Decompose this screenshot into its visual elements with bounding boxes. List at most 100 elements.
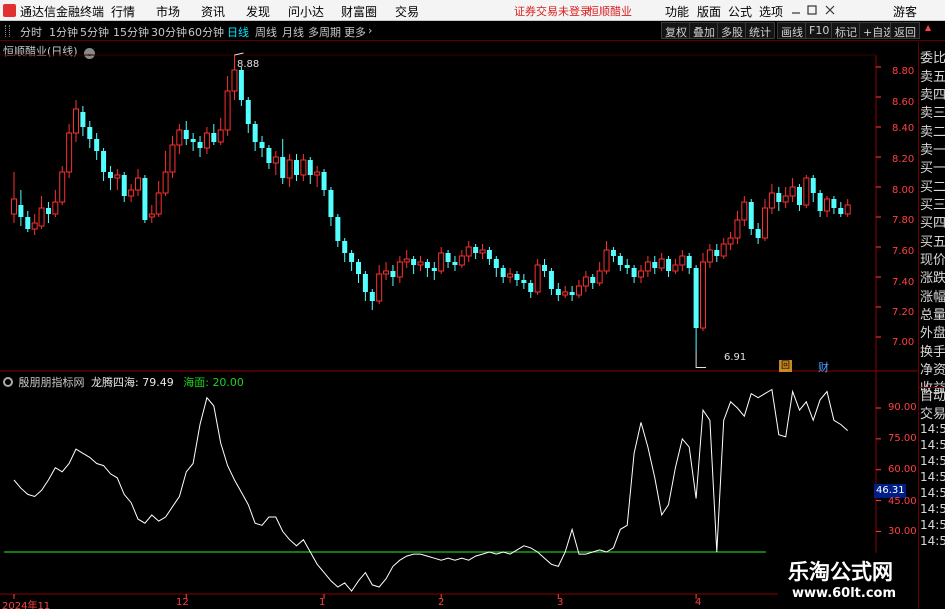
candle-body (293, 160, 299, 175)
low-price-arrow (695, 350, 707, 368)
candle (148, 205, 155, 223)
candle-body (349, 253, 355, 262)
candle (452, 256, 458, 271)
candle-body (644, 261, 651, 272)
chart-area[interactable] (0, 0, 945, 609)
price-tick-label: 7.20 (892, 307, 915, 318)
finance-badge[interactable]: 财 (818, 359, 829, 375)
side-label-sell1: 卖一 (920, 143, 945, 158)
candle-body (45, 208, 51, 214)
candle (376, 265, 383, 304)
candle-body (789, 186, 796, 197)
candle-body (507, 273, 514, 278)
candle-body (162, 171, 169, 194)
candle (424, 259, 430, 277)
candle-body (824, 198, 831, 212)
site-watermark: 乐淘公式网 www.60lt.com (778, 553, 918, 609)
candle (217, 118, 224, 145)
indicator-name[interactable]: 殷朋朋指标网 (19, 376, 85, 389)
watermark-url: www.60lt.com (792, 586, 897, 601)
candle-body (73, 108, 80, 134)
candle (534, 259, 541, 295)
candle-body (190, 139, 196, 142)
tick-time: 14:56 (920, 422, 945, 436)
candle-body (328, 190, 334, 217)
candle (252, 121, 258, 151)
candle-body (755, 229, 761, 238)
candle-body (300, 159, 307, 176)
candle (755, 223, 761, 244)
candle (362, 271, 368, 301)
candle (741, 196, 748, 226)
candle (666, 256, 672, 277)
candle-body (514, 274, 520, 280)
candle-body (458, 255, 465, 266)
candle (562, 286, 569, 298)
candle-body (486, 250, 492, 259)
candle-body (231, 69, 238, 92)
side-label-sell3: 卖三 (920, 106, 945, 121)
candle-body (590, 277, 596, 283)
candle (203, 127, 210, 154)
candle (500, 265, 506, 283)
price-tick-label: 7.40 (892, 277, 915, 288)
candle-body (700, 261, 706, 329)
indicator-tick-label: 90.00 (888, 402, 917, 413)
candle-body (637, 270, 644, 278)
candle-body (94, 139, 100, 151)
price-tick-label: 8.20 (892, 154, 915, 165)
candle-body (686, 256, 692, 268)
candle-body (624, 265, 630, 268)
candle-body (417, 261, 424, 266)
candle-body (383, 270, 390, 275)
side-tab-trade[interactable]: 交易 (920, 403, 945, 422)
candle-body (452, 262, 458, 265)
candle (803, 175, 810, 208)
settings-gear-icon[interactable] (3, 377, 13, 387)
candle-body (11, 198, 17, 215)
candle (59, 166, 66, 205)
candle (693, 265, 699, 351)
candle (390, 265, 396, 286)
candle-body (203, 132, 210, 149)
candle (87, 121, 93, 148)
candle-body (473, 247, 479, 253)
candle (838, 202, 844, 217)
candle (507, 268, 514, 283)
candle-body (217, 129, 224, 143)
candle-body (431, 268, 437, 271)
side-label-sell2: 卖二 (920, 125, 945, 140)
review-badge[interactable]: 回 (779, 360, 792, 372)
side-label-auto[interactable]: 自动 (920, 385, 945, 404)
x-axis-label: 12 (176, 597, 189, 608)
candle (114, 169, 121, 190)
candle (293, 154, 299, 181)
candle (38, 196, 45, 229)
tick-time: 14:56 (920, 502, 945, 516)
candle (796, 184, 802, 211)
candle (135, 169, 142, 196)
candle (183, 121, 189, 145)
tick-time: 14:56 (920, 454, 945, 468)
candle-body (396, 261, 403, 278)
candle-body (555, 289, 561, 295)
indicator-tick-label: 30.00 (888, 526, 917, 537)
candle (259, 136, 265, 157)
candle-body (817, 193, 823, 211)
candle-body (25, 217, 31, 229)
candle (417, 256, 424, 271)
indicator-level-value: 20.00 (212, 376, 244, 389)
candle-body (38, 207, 45, 227)
candle-body (762, 207, 769, 239)
candle-body (321, 172, 327, 190)
candle-body (286, 159, 293, 179)
candle (582, 271, 589, 292)
candle (644, 256, 651, 277)
candle-body (741, 201, 748, 221)
tick-time: 14:56 (920, 518, 945, 532)
candle (514, 271, 520, 286)
candle (762, 199, 769, 241)
candle (679, 250, 686, 271)
candle (31, 214, 38, 235)
side-label-turnover: 换手 (920, 345, 945, 360)
